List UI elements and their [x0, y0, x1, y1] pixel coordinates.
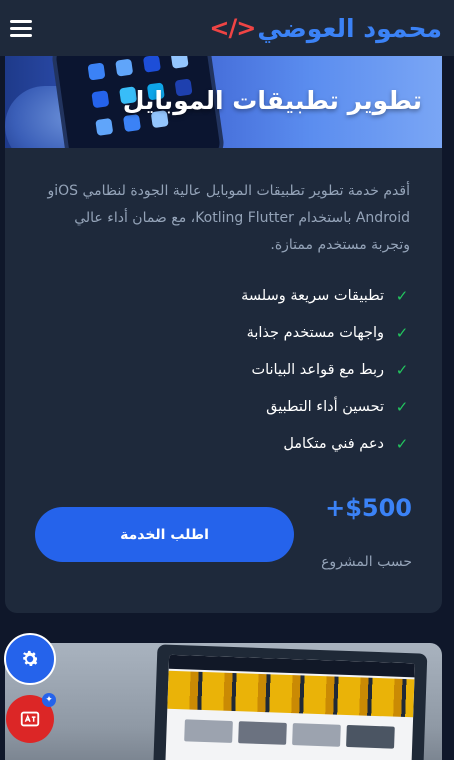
- pricing-row: اطلب الخدمة +$500 حسب المشروع: [5, 494, 442, 613]
- feature-label: واجهات مستخدم جذابة: [246, 324, 384, 341]
- settings-button[interactable]: [4, 633, 56, 685]
- check-icon: ✓: [395, 397, 409, 416]
- brand-name: محمود العوضي: [257, 13, 442, 43]
- laptop-illustration: [152, 644, 428, 760]
- page: </> محمود العوضي تطوير تطبيقات الموبايل: [0, 0, 454, 760]
- feature-item: ✓ تطبيقات سريعة وسلسة: [35, 277, 410, 314]
- service-description: أقدم خدمة تطوير تطبيقات الموبايل عالية ا…: [47, 183, 410, 253]
- translate-icon: [20, 711, 40, 727]
- laptop-screen: [164, 654, 416, 760]
- feature-item: ✓ ربط مع قواعد البيانات: [35, 351, 410, 388]
- check-icon: ✓: [395, 323, 409, 342]
- translate-badge-icon: ✦: [42, 693, 56, 707]
- feature-label: تطبيقات سريعة وسلسة: [241, 287, 384, 304]
- service-hero-image: تطوير تطبيقات الموبايل: [5, 56, 442, 148]
- top-navbar: </> محمود العوضي: [0, 0, 454, 56]
- order-service-button[interactable]: اطلب الخدمة: [35, 507, 294, 562]
- laptop-image: [5, 643, 442, 760]
- feature-item: ✓ دعم فني متكامل: [35, 425, 410, 462]
- brand-logo[interactable]: </> محمود العوضي: [209, 14, 442, 43]
- service-features-list: ✓ تطبيقات سريعة وسلسة ✓ واجهات مستخدم جذ…: [35, 277, 410, 462]
- menu-icon[interactable]: [6, 13, 36, 43]
- service-price: +$500: [325, 494, 412, 522]
- service-title: تطوير تطبيقات الموبايل: [122, 86, 422, 115]
- feature-label: ربط مع قواعد البيانات: [251, 361, 384, 378]
- service-card-body: أقدم خدمة تطوير تطبيقات الموبايل عالية ا…: [5, 148, 442, 462]
- feature-label: دعم فني متكامل: [283, 435, 384, 452]
- check-icon: ✓: [395, 360, 409, 379]
- feature-label: تحسين أداء التطبيق: [266, 398, 384, 415]
- gear-icon: [22, 650, 39, 667]
- check-icon: ✓: [395, 434, 409, 453]
- service-card-mobile-apps: تطوير تطبيقات الموبايل أقدم خدمة تطوير ت…: [5, 56, 442, 613]
- service-card-web: [5, 643, 442, 760]
- translate-button[interactable]: ✦: [6, 693, 56, 743]
- check-icon: ✓: [395, 286, 409, 305]
- feature-item: ✓ تحسين أداء التطبيق: [35, 388, 410, 425]
- price-note: حسب المشروع: [321, 554, 412, 570]
- code-brackets-icon: </>: [209, 14, 256, 42]
- feature-item: ✓ واجهات مستخدم جذابة: [35, 314, 410, 351]
